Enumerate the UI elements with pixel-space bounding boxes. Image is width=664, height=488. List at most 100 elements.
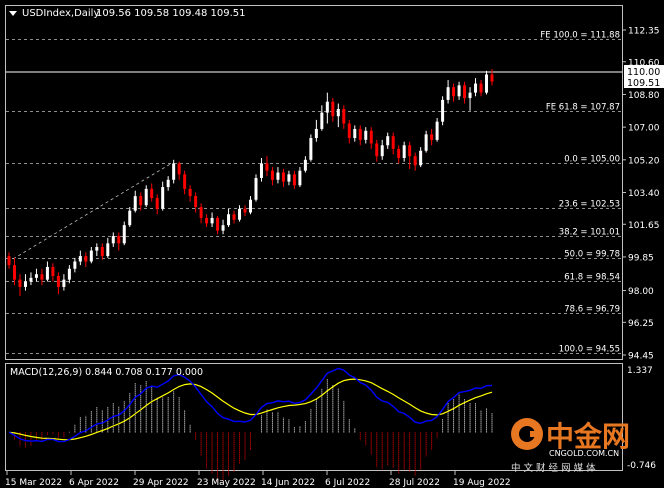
candle-body [227,214,231,226]
time-tick-label: 23 May 2022 [197,478,256,488]
candle-body [56,276,60,287]
candle-body [347,123,351,139]
candle-body [89,250,93,262]
watermark-url: CNGOLD.COM.CN [549,449,619,458]
fib-level-label: 50.0 = 99.78 [564,250,620,260]
candle-body [161,187,165,209]
macd-main-line [8,367,493,443]
candle-body [183,174,187,189]
candle-body [243,208,247,213]
price-tick-label: 99.85 [628,253,654,263]
candle-body [128,210,132,226]
fib-level-label: 78.6 = 96.79 [564,305,620,315]
candle-body [40,274,44,280]
candle-body [18,279,22,287]
candle-body [216,217,220,231]
collapse-arrow-icon[interactable] [9,11,17,16]
candle-body [133,196,137,211]
candle-body [67,268,71,280]
cngold-logo-gap [530,431,542,437]
time-tick-label: 15 Mar 2022 [5,478,62,488]
time-axis: 15 Mar 2022 6 Apr 2022 29 Apr 2022 23 May 2… [5,471,511,488]
candle-body [452,87,456,97]
price-tick-label: 103.40 [628,189,660,199]
candle-body [205,217,209,224]
candle-body [380,145,384,157]
candle-body [424,134,428,151]
candle-body [281,172,285,182]
candle-body [353,128,357,139]
symbol-label: USDIndex,Daily [22,8,99,19]
candle-body [194,196,198,208]
macd-axis-top: 1.337 [627,366,653,376]
candle-body [463,85,467,99]
candle-body [144,188,148,206]
candle-body [177,163,181,175]
candle-body [287,174,291,182]
candle-body [435,121,439,140]
trading-chart[interactable]: FE 100.0 = 111.88 FE 61.8 = 107.87 0.0 = 1… [0,0,664,488]
candle-body [309,138,313,160]
candle-body [441,99,445,122]
candle-body [51,266,55,277]
candle-body [336,108,340,117]
candle-body [375,143,379,157]
candle-body [62,279,66,287]
candle-body [139,196,143,206]
candle-body [358,128,362,140]
candle-body [150,188,154,198]
time-tick-label: 6 Jul 2022 [325,478,370,488]
candle-body [386,136,390,146]
candle-body [292,174,296,186]
candle-body [221,225,225,231]
candle-body [259,163,263,178]
price-tick-label: 107.00 [628,124,660,134]
candle-body [408,145,412,157]
price-tick-label: 105.20 [628,156,660,166]
candle-body [155,197,159,209]
candle-body [325,101,329,113]
candle-body [265,163,269,171]
fibonacci-trendline[interactable] [7,162,173,263]
candle-body [232,214,236,220]
fib-level-label: 23.6 = 102.53 [559,200,620,210]
candle-body [270,170,274,180]
candle-body [238,208,242,220]
candle-body [402,145,406,159]
macd-label: MACD(12,26,9) 0.844 0.708 0.177 0.000 [10,367,203,378]
fib-level-label: FE 61.8 = 107.87 [546,103,620,113]
fibonacci-levels[interactable]: FE 100.0 = 111.88 FE 61.8 = 107.87 0.0 = 1… [6,31,622,355]
price-tick-label: 94.45 [628,352,654,362]
chart-canvas[interactable]: FE 100.0 = 111.88 FE 61.8 = 107.87 0.0 = 1… [0,0,664,488]
candle-body [364,130,368,140]
fib-level-label: 38.2 = 101.01 [559,228,620,238]
current-price-tag: 110.00 109.51 [624,65,664,89]
candle-body [45,266,49,280]
candle-body [303,159,307,171]
watermark: 中金网 CNGOLD.COM.CN 中 文 财 经 网 媒 体 [511,418,630,474]
candle-body [7,256,11,266]
candle-body [485,74,489,93]
candle-body [100,246,104,257]
price-pane-border [5,5,623,360]
candle-body [369,130,373,144]
price-pane[interactable]: FE 100.0 = 111.88 FE 61.8 = 107.87 0.0 = 1… [5,5,623,360]
time-tick-label: 28 Jul 2022 [389,478,440,488]
candle-body [457,85,461,97]
candle-body [12,265,16,280]
candle-body [95,246,99,251]
candle-body [474,83,478,93]
candle-body [249,199,252,213]
fib-level-label: FE 100.0 = 111.88 [540,31,620,41]
time-tick-label: 29 Apr 2022 [133,478,189,488]
candle-body [254,177,258,200]
candle-body [78,256,82,262]
time-tick-label: 6 Apr 2022 [69,478,119,488]
candle-body [446,87,450,100]
candle-body [413,156,417,166]
fib-level-label: 0.0 = 105.00 [564,155,620,165]
candle-body [122,225,126,244]
candle-body [342,108,346,124]
candle-body [210,217,214,224]
candle-body [490,74,494,82]
